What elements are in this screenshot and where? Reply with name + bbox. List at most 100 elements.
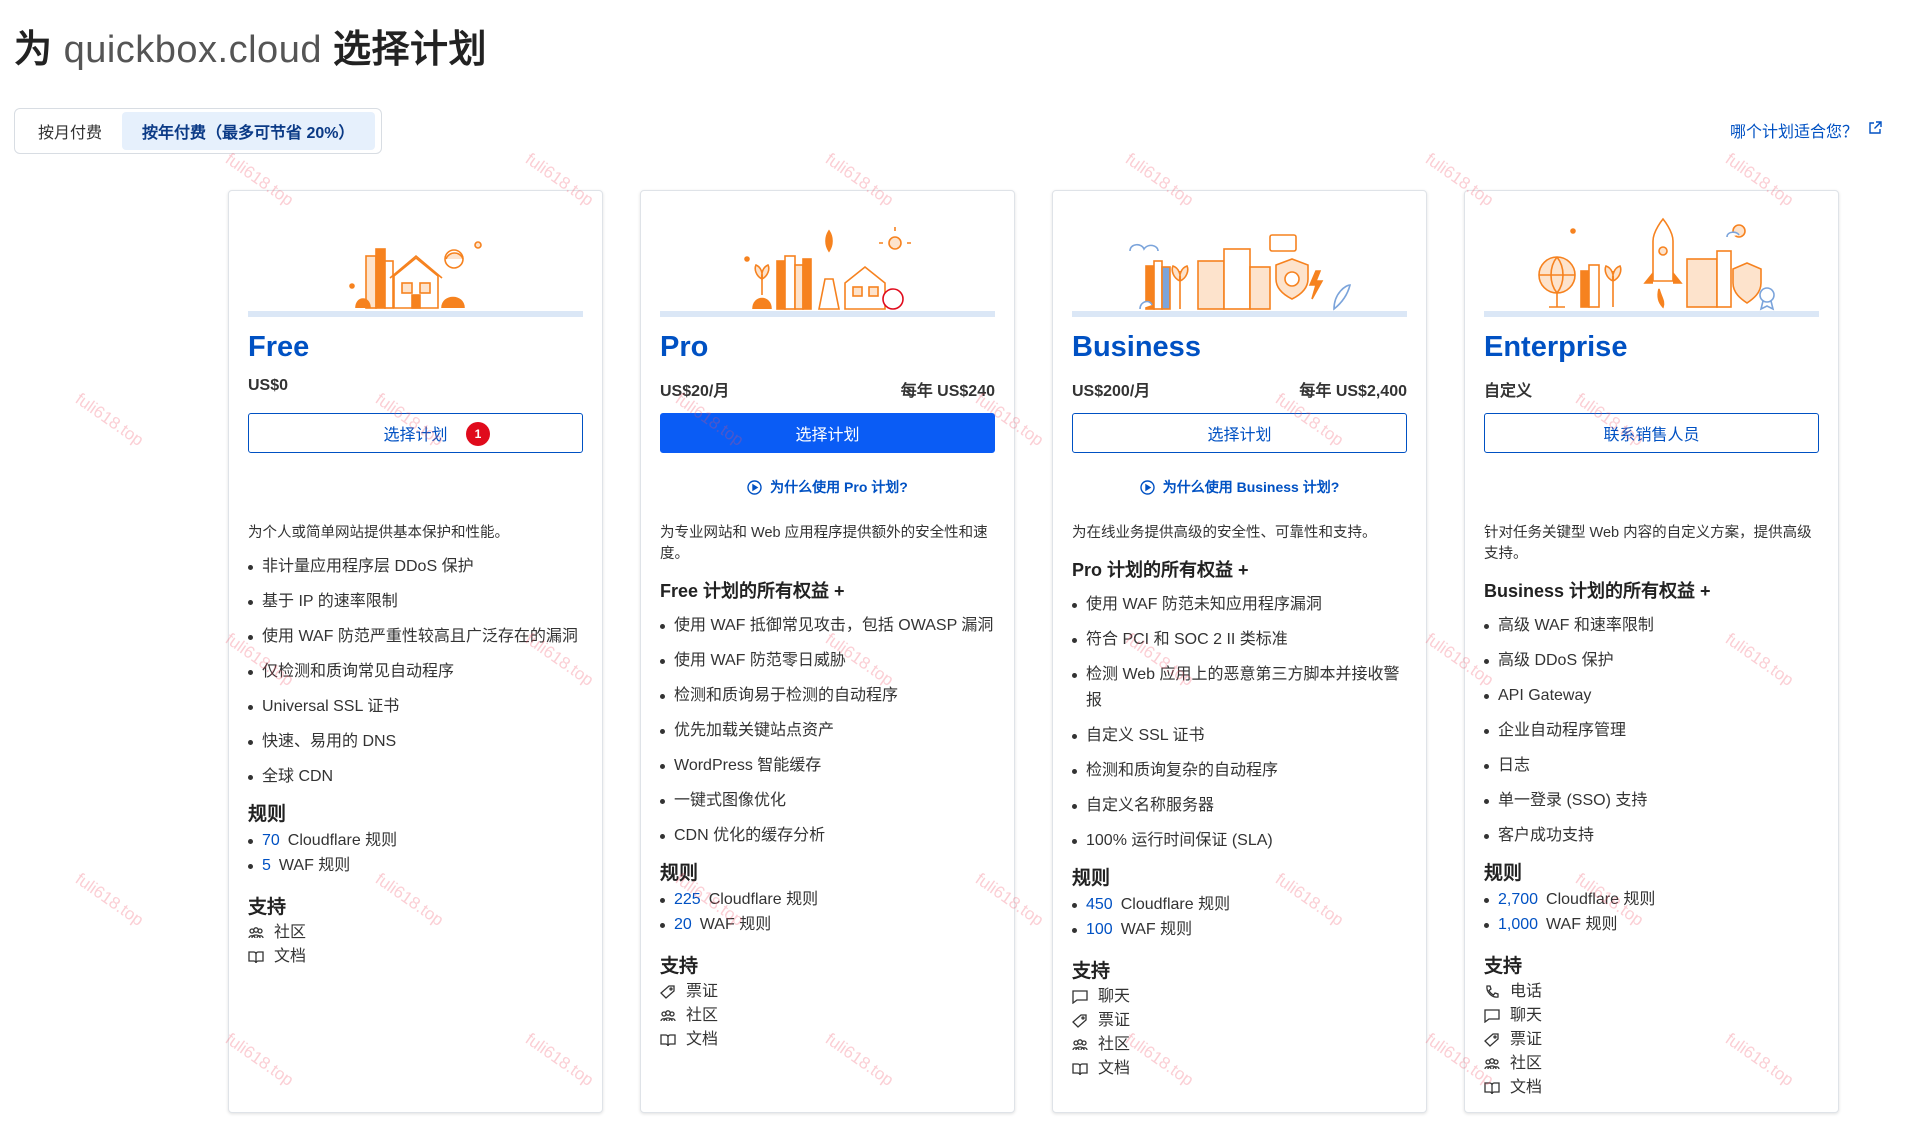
support-item: 聊天 bbox=[1484, 1004, 1819, 1028]
chat-icon bbox=[1072, 990, 1088, 1004]
support-label: 文档 bbox=[1510, 1079, 1543, 1096]
community-icon bbox=[248, 927, 264, 939]
plan-annual-price: 每年 US$2,400 bbox=[1299, 383, 1407, 400]
support-item: 社区 bbox=[660, 1004, 995, 1028]
rule-item: 20 WAF 规则 bbox=[660, 912, 995, 937]
support-item: 文档 bbox=[248, 945, 583, 969]
support-item: 票证 bbox=[1072, 1009, 1407, 1033]
rule-count: 5 bbox=[262, 857, 271, 874]
rule-item: 225 Cloudflare 规则 bbox=[660, 887, 995, 912]
feature-item: 全球 CDN bbox=[248, 764, 583, 790]
select-plan-button[interactable]: 选择计划 bbox=[1072, 413, 1407, 453]
price-row: 自定义 bbox=[1484, 377, 1819, 400]
illustration-base bbox=[248, 311, 583, 317]
billing-monthly-option[interactable]: 按月付费 bbox=[18, 112, 122, 150]
which-plan-link[interactable]: 哪个计划适合您？ bbox=[1730, 118, 1882, 142]
contact-sales-label: 联系销售人员 bbox=[1603, 427, 1700, 444]
plan-price: 自定义 bbox=[1484, 383, 1533, 400]
feature-item: 使用 WAF 防范严重性较高且广泛存在的漏洞 bbox=[248, 624, 583, 650]
support-label: 社区 bbox=[1098, 1036, 1131, 1053]
support-title: 支持 bbox=[1484, 956, 1523, 977]
price-row: US$200/月 每年 US$2,400 bbox=[1072, 377, 1407, 400]
rule-label: Cloudflare 规则 bbox=[287, 832, 398, 849]
feature-item: 快速、易用的 DNS bbox=[248, 729, 583, 755]
title-suffix: 选择计划 bbox=[333, 29, 488, 71]
plan-illustration bbox=[660, 191, 995, 311]
plan-price: US$200/月 bbox=[1072, 383, 1151, 400]
illustration-base bbox=[1484, 311, 1819, 317]
feature-item: 检测 Web 应用上的恶意第三方脚本并接收警报 bbox=[1072, 662, 1407, 714]
feature-item: 高级 DDoS 保护 bbox=[1484, 648, 1819, 674]
rule-count: 1,000 bbox=[1498, 916, 1539, 933]
rule-label: WAF 规则 bbox=[1120, 921, 1193, 938]
rule-item: 5 WAF 规则 bbox=[248, 853, 583, 878]
support-item: 社区 bbox=[1484, 1052, 1819, 1076]
play-circle-icon bbox=[747, 479, 762, 495]
docs-icon bbox=[1072, 1063, 1088, 1076]
plan-card-business: Business US$200/月 每年 US$2,400 选择计划 为什么使用… bbox=[1052, 190, 1427, 1113]
select-plan-button[interactable]: 选择计划 1 bbox=[248, 413, 583, 453]
feature-item: 自定义名称服务器 bbox=[1072, 793, 1407, 819]
plan-price: US$0 bbox=[248, 377, 289, 394]
chat-icon bbox=[1484, 1009, 1500, 1023]
community-icon bbox=[1072, 1039, 1088, 1051]
support-label: 票证 bbox=[686, 983, 719, 1000]
support-label: 文档 bbox=[274, 948, 307, 965]
support-label: 社区 bbox=[274, 924, 307, 941]
rule-item: 2,700 Cloudflare 规则 bbox=[1484, 887, 1819, 912]
rule-count: 100 bbox=[1086, 921, 1113, 938]
which-plan-label: 哪个计划适合您？ bbox=[1729, 124, 1858, 141]
contact-sales-button[interactable]: 联系销售人员 bbox=[1484, 413, 1819, 453]
plan-name: Free bbox=[248, 331, 310, 363]
rules-list: 2,700 Cloudflare 规则 1,000 WAF 规则 bbox=[1484, 887, 1819, 937]
support-label: 电话 bbox=[1510, 983, 1543, 1000]
feature-item: 单一登录 (SSO) 支持 bbox=[1484, 788, 1819, 814]
select-plan-button[interactable]: 选择计划 bbox=[660, 413, 995, 453]
community-icon bbox=[660, 1010, 676, 1022]
rules-title: 规则 bbox=[660, 863, 699, 884]
plan-price: US$20/月 bbox=[660, 383, 730, 400]
rule-count: 225 bbox=[674, 891, 701, 908]
why-plan-link[interactable]: 为什么使用 Business 计划? bbox=[1072, 453, 1407, 511]
feature-item: 符合 PCI 和 SOC 2 II 类标准 bbox=[1072, 627, 1407, 653]
feature-item: 企业自动程序管理 bbox=[1484, 718, 1819, 744]
includes-label: Pro 计划的所有权益 + bbox=[1072, 560, 1249, 580]
feature-item: 日志 bbox=[1484, 753, 1819, 779]
plan-description: 针对任务关键型 Web 内容的自定义方案，提供高级支持。 bbox=[1484, 525, 1812, 562]
title-domain: quickbox.cloud bbox=[63, 29, 322, 71]
support-item: 票证 bbox=[1484, 1028, 1819, 1052]
feature-list: 高级 WAF 和速率限制 高级 DDoS 保护 API Gateway 企业自动… bbox=[1484, 613, 1819, 849]
docs-icon bbox=[660, 1034, 676, 1047]
illustration-base bbox=[1072, 311, 1407, 317]
feature-item: 检测和质询复杂的自动程序 bbox=[1072, 758, 1407, 784]
feature-item: 一键式图像优化 bbox=[660, 788, 995, 814]
rules-list: 70 Cloudflare 规则 5 WAF 规则 bbox=[248, 828, 583, 878]
rule-label: Cloudflare 规则 bbox=[708, 891, 819, 908]
feature-item: Universal SSL 证书 bbox=[248, 694, 583, 720]
feature-item: WordPress 智能缓存 bbox=[660, 753, 995, 779]
rule-label: Cloudflare 规则 bbox=[1120, 896, 1231, 913]
price-row: US$20/月 每年 US$240 bbox=[660, 377, 995, 400]
watermark-text: fuli618.top bbox=[71, 389, 148, 450]
includes-label: Free 计划的所有权益 + bbox=[660, 581, 845, 601]
ticket-icon bbox=[1072, 1014, 1087, 1028]
rule-item: 70 Cloudflare 规则 bbox=[248, 828, 583, 853]
billing-toggle: 按月付费 按年付费（最多可节省 20%） bbox=[14, 108, 382, 154]
feature-item: 检测和质询易于检测的自动程序 bbox=[660, 683, 995, 709]
support-item: 电话 bbox=[1484, 980, 1819, 1004]
feature-item: 使用 WAF 防范未知应用程序漏洞 bbox=[1072, 592, 1407, 618]
feature-list: 使用 WAF 防范未知应用程序漏洞 符合 PCI 和 SOC 2 II 类标准 … bbox=[1072, 592, 1407, 854]
billing-annual-option[interactable]: 按年付费（最多可节省 20%） bbox=[122, 112, 375, 150]
why-plan-link[interactable]: 为什么使用 Pro 计划? bbox=[660, 453, 995, 511]
docs-icon bbox=[1484, 1082, 1500, 1095]
rule-label: WAF 规则 bbox=[699, 916, 772, 933]
includes-label: Business 计划的所有权益 + bbox=[1484, 581, 1711, 601]
feature-list: 非计量应用程序层 DDoS 保护 基于 IP 的速率限制 使用 WAF 防范严重… bbox=[248, 554, 583, 790]
title-prefix: 为 bbox=[14, 29, 53, 71]
support-list: 票证 社区 文档 bbox=[660, 980, 995, 1052]
plan-illustration bbox=[248, 191, 583, 311]
feature-item: 自定义 SSL 证书 bbox=[1072, 723, 1407, 749]
rules-title: 规则 bbox=[1072, 868, 1111, 889]
price-row: US$0 bbox=[248, 377, 583, 399]
